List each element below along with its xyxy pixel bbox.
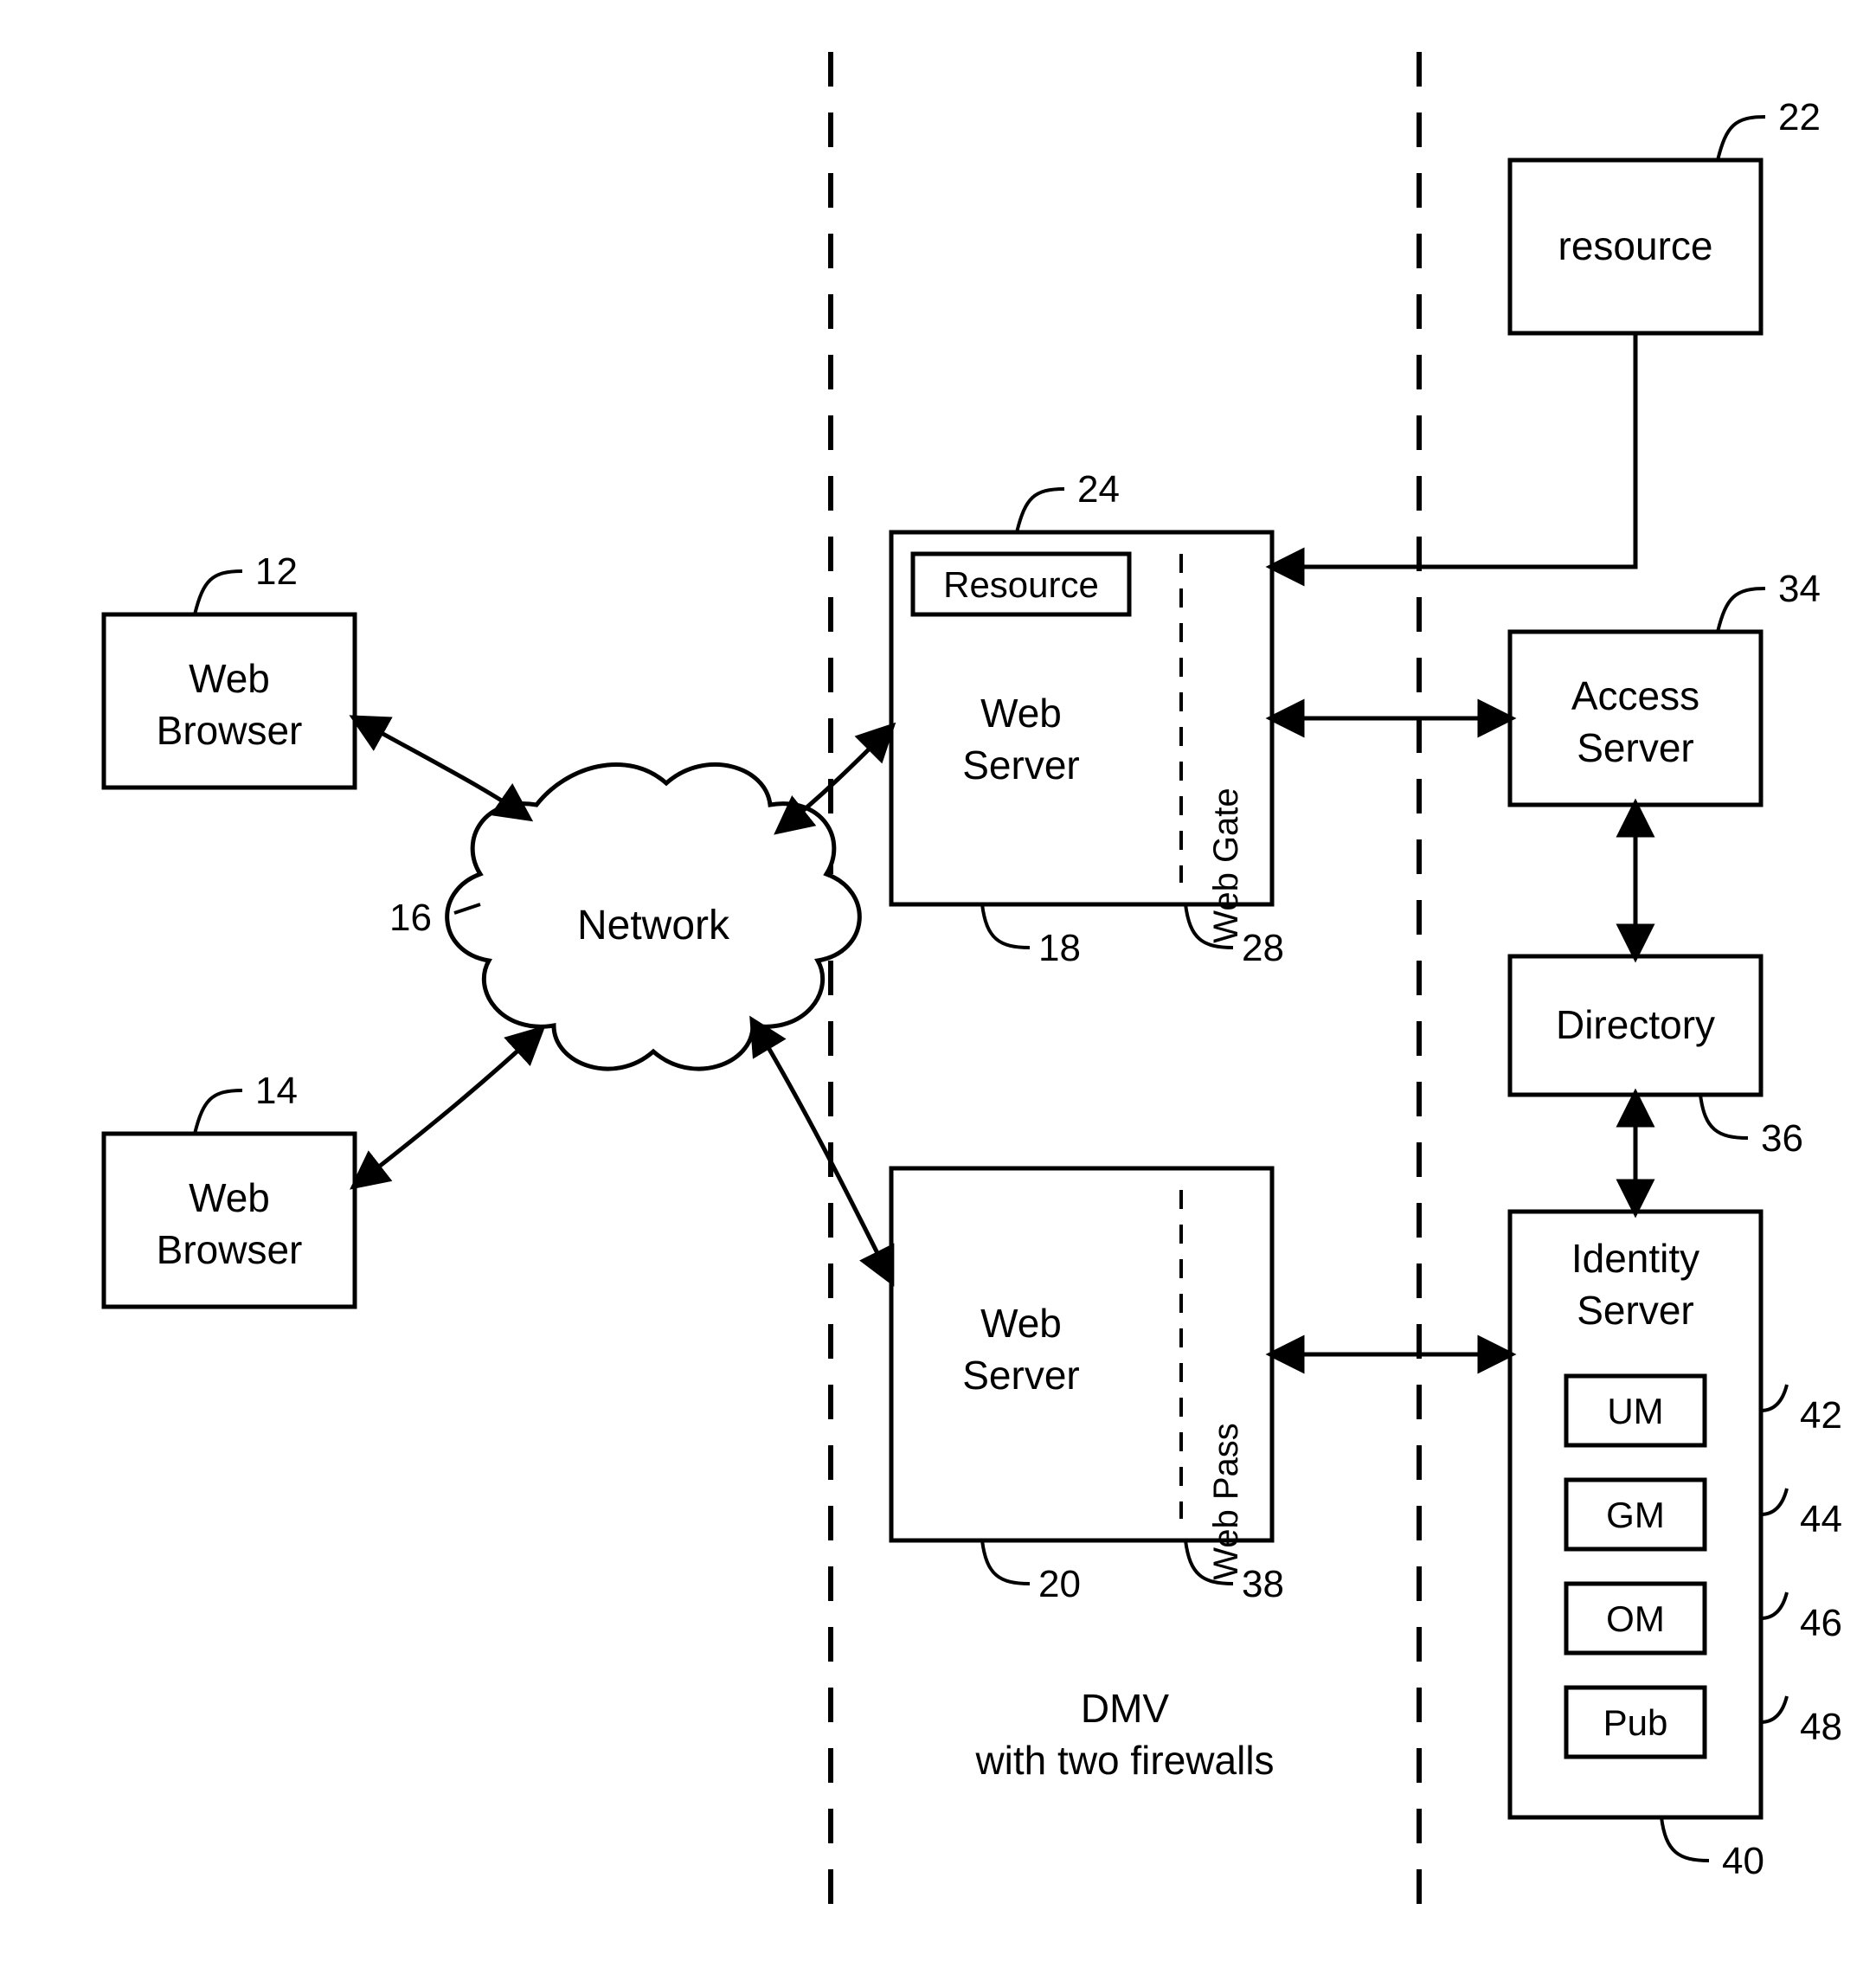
- ref-24: 24: [1077, 468, 1120, 511]
- ref-38: 38: [1242, 1563, 1284, 1605]
- network-cloud: Network 16: [389, 764, 859, 1069]
- svg-text:Directory: Directory: [1556, 1002, 1715, 1047]
- ref-34: 34: [1778, 568, 1821, 610]
- svg-text:Web: Web: [189, 1175, 270, 1220]
- web-server-2: Web Pass Web Server 20 38: [891, 1168, 1284, 1605]
- conn-network-ws2: [753, 1021, 891, 1281]
- svg-text:Server: Server: [1577, 1288, 1693, 1333]
- conn-network-ws1: [779, 727, 891, 831]
- svg-text:Pub: Pub: [1603, 1702, 1668, 1743]
- ref-16: 16: [389, 897, 432, 939]
- svg-text:GM: GM: [1606, 1495, 1665, 1535]
- svg-text:Web: Web: [189, 656, 270, 701]
- svg-text:Browser: Browser: [157, 1227, 303, 1272]
- ref-12: 12: [255, 550, 298, 593]
- resource-box: resource 22: [1510, 96, 1821, 333]
- ref-46: 46: [1800, 1602, 1842, 1644]
- svg-text:Browser: Browser: [157, 708, 303, 753]
- caption-line2: with two firewalls: [974, 1738, 1274, 1783]
- svg-text:Network: Network: [577, 903, 730, 948]
- svg-text:OM: OM: [1606, 1598, 1665, 1639]
- svg-text:Server: Server: [962, 743, 1079, 788]
- web-gate-label: Web Gate: [1207, 788, 1245, 942]
- ref-44: 44: [1800, 1498, 1842, 1540]
- svg-text:Resource: Resource: [943, 564, 1099, 605]
- ref-14: 14: [255, 1070, 298, 1112]
- directory-box: Directory 36: [1510, 956, 1803, 1160]
- svg-text:Web: Web: [980, 1301, 1062, 1346]
- ref-20: 20: [1038, 1563, 1081, 1605]
- web-browser-2: Web Browser 14: [104, 1070, 355, 1307]
- ref-42: 42: [1800, 1394, 1842, 1437]
- svg-text:Server: Server: [1577, 725, 1693, 770]
- conn-browser2-network: [355, 1030, 541, 1186]
- ref-28: 28: [1242, 927, 1284, 969]
- ref-18: 18: [1038, 927, 1081, 969]
- identity-server: Identity Server UM 42 GM 44 OM 46 Pub 48…: [1510, 1212, 1842, 1882]
- svg-text:Access: Access: [1571, 673, 1699, 718]
- web-server-1: Resource Web Gate Web Server 24 18 28: [891, 468, 1284, 969]
- ref-48: 48: [1800, 1706, 1842, 1748]
- caption-line1: DMV: [1081, 1686, 1170, 1731]
- web-browser-1: Web Browser 12: [104, 550, 355, 788]
- svg-text:Server: Server: [962, 1353, 1079, 1398]
- ref-36: 36: [1761, 1117, 1803, 1160]
- svg-text:Web: Web: [980, 691, 1062, 736]
- svg-text:resource: resource: [1558, 223, 1713, 268]
- ref-40: 40: [1722, 1840, 1764, 1882]
- conn-browser1-network: [355, 718, 528, 818]
- conn-resource-ws1: [1272, 333, 1635, 567]
- svg-text:Identity: Identity: [1571, 1236, 1699, 1281]
- access-server: Access Server 34: [1510, 568, 1821, 805]
- svg-text:UM: UM: [1607, 1391, 1663, 1431]
- web-pass-label: Web Pass: [1207, 1423, 1245, 1580]
- ref-22: 22: [1778, 96, 1821, 138]
